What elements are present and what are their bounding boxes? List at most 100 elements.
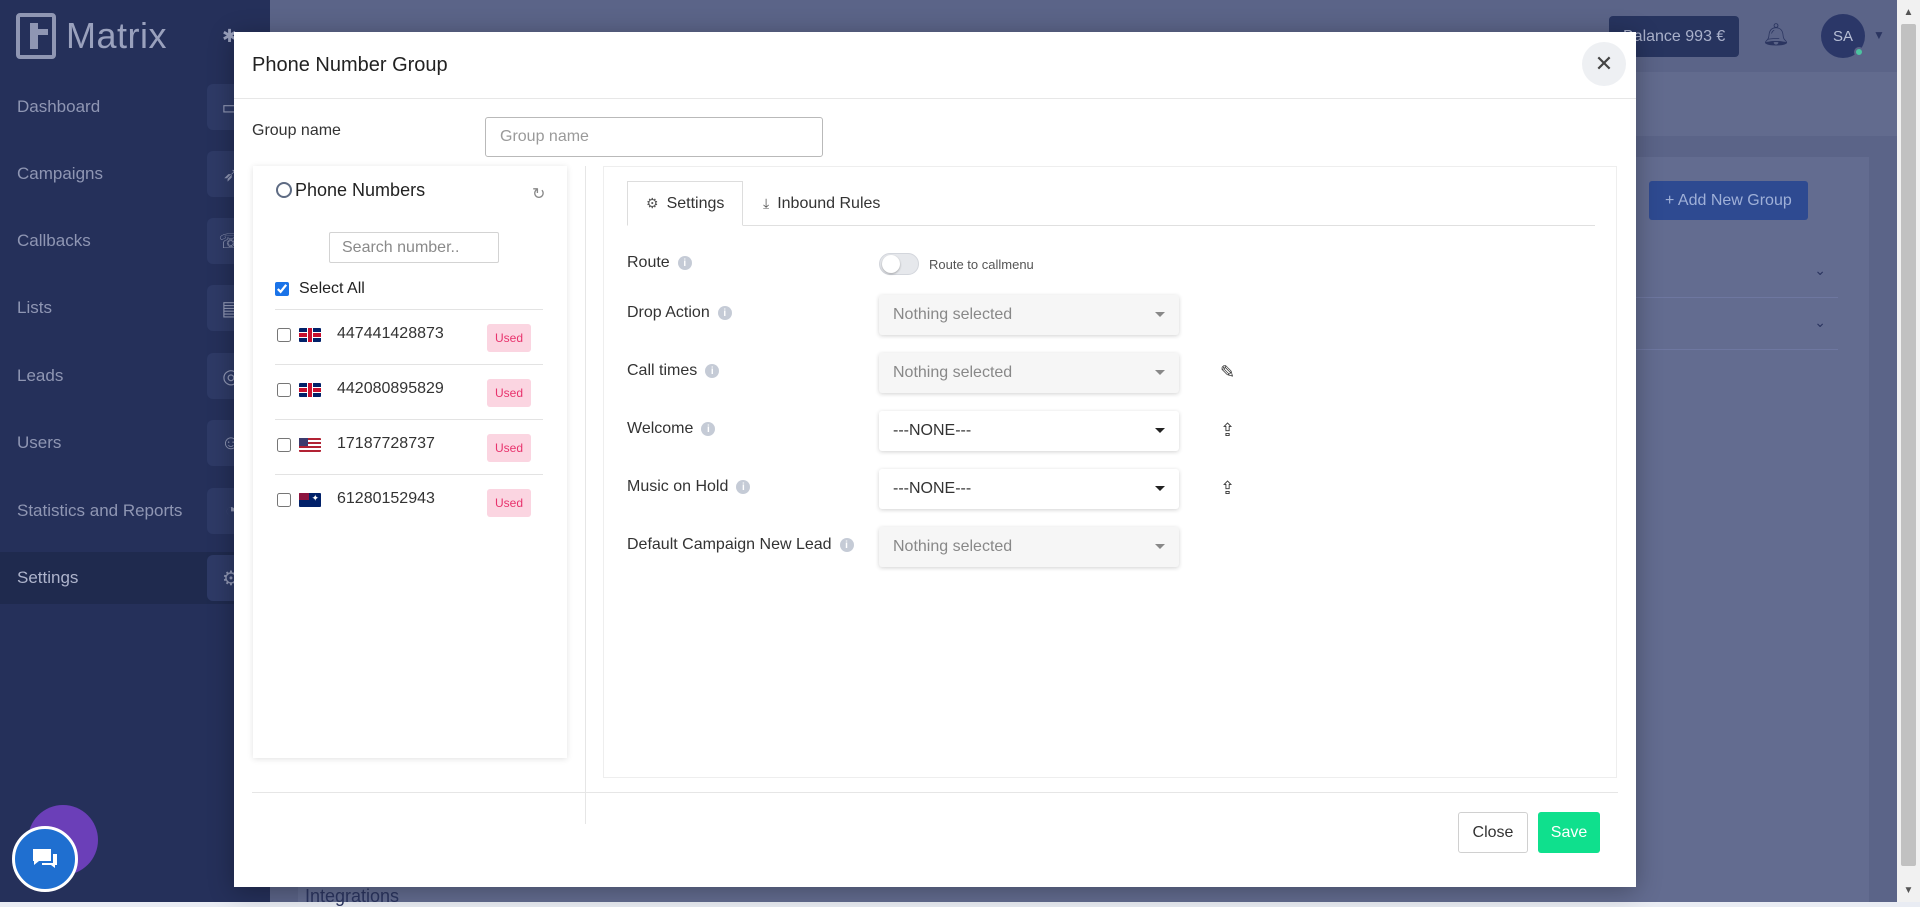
music-on-hold-label-text: Music on Hold xyxy=(627,478,729,495)
call-times-label-text: Call times xyxy=(627,362,698,379)
chevron-down-icon[interactable]: ▼ xyxy=(1873,28,1885,42)
page-scrollbar[interactable]: ▲ ▼ xyxy=(1897,0,1920,902)
status-badge: Used xyxy=(487,324,532,352)
info-icon[interactable]: i xyxy=(677,256,692,270)
route-label-text: Route xyxy=(627,254,670,271)
sidebar-item-statistics[interactable]: Statistics and Reports ◔ xyxy=(0,485,270,537)
list-item[interactable]: 61280152943 Used xyxy=(275,474,543,529)
group-name-label: Group name xyxy=(252,122,341,139)
sidebar-item-label: Dashboard xyxy=(17,97,101,116)
phone-numbers-title: Phone Numbers xyxy=(295,180,426,200)
scroll-up-icon[interactable]: ▲ xyxy=(1897,2,1920,22)
call-times-label: Call times i xyxy=(627,362,720,380)
number-checkbox[interactable] xyxy=(277,438,291,452)
refresh-icon[interactable]: ↻ xyxy=(532,184,545,204)
panel-divider xyxy=(585,166,586,824)
call-times-select[interactable]: Nothing selected xyxy=(879,353,1179,393)
info-icon[interactable]: i xyxy=(705,364,720,378)
sidebar-item-label: Settings xyxy=(17,568,79,587)
sidebar-item-users[interactable]: Users ☺ xyxy=(0,417,270,469)
sidebar-item-leads[interactable]: Leads ◎ xyxy=(0,350,270,402)
select-all-checkbox[interactable]: Select All xyxy=(275,280,365,298)
drop-action-select[interactable]: Nothing selected xyxy=(879,295,1179,335)
list-item[interactable]: 447441428873 Used xyxy=(275,309,543,364)
info-icon[interactable]: i xyxy=(839,538,854,552)
music-on-hold-value: ---NONE--- xyxy=(893,480,972,497)
info-icon[interactable]: i xyxy=(736,480,751,494)
number-checkbox[interactable] xyxy=(277,493,291,507)
welcome-label: Welcome i xyxy=(627,420,716,438)
welcome-value: ---NONE--- xyxy=(893,422,972,439)
route-toggle[interactable] xyxy=(879,253,919,275)
close-button[interactable]: Close xyxy=(1458,812,1528,853)
welcome-select[interactable]: ---NONE--- xyxy=(879,411,1179,451)
route-toggle-label: Route to callmenu xyxy=(929,257,1034,272)
upload-icon[interactable]: ⇪ xyxy=(1220,478,1235,499)
default-campaign-select[interactable]: Nothing selected xyxy=(879,527,1179,567)
default-campaign-row: Default Campaign New Lead i Nothing sele… xyxy=(627,527,1587,567)
drop-action-label: Drop Action i xyxy=(627,304,732,322)
number-checkbox[interactable] xyxy=(277,383,291,397)
upload-icon[interactable]: ⇪ xyxy=(1220,420,1235,441)
chevron-down-icon: ⌄ xyxy=(1814,314,1826,330)
tab-inbound-rules[interactable]: ⤓ Inbound Rules xyxy=(745,181,898,226)
sidebar-item-label: Users xyxy=(17,433,62,452)
modal-footer-divider xyxy=(252,792,1618,793)
sidebar-item-dashboard[interactable]: Dashboard ▭ xyxy=(0,81,270,133)
select-all-label: Select All xyxy=(299,280,365,297)
route-label: Route i xyxy=(627,254,692,272)
list-item[interactable]: 17187728737 Used xyxy=(275,419,543,474)
phone-number-group-modal: Phone Number Group ✕ Group name Phone Nu… xyxy=(234,32,1636,887)
info-icon[interactable]: i xyxy=(701,422,716,436)
close-icon[interactable]: ✕ xyxy=(1582,42,1626,86)
sidebar-item-settings[interactable]: Settings ⚙ xyxy=(0,552,270,604)
add-new-group-button[interactable]: + Add New Group xyxy=(1649,181,1808,220)
chevron-down-icon: ⌄ xyxy=(1814,262,1826,278)
logo-mark-icon xyxy=(16,13,56,59)
phone-numbers-panel: Phone Numbers ↻ Select All 447441428873 … xyxy=(253,166,567,758)
bell-icon[interactable]: 🔔︎ xyxy=(1762,22,1790,48)
save-button[interactable]: Save xyxy=(1538,812,1600,853)
sidebar-item-campaigns[interactable]: Campaigns ➶ xyxy=(0,148,270,200)
caret-down-icon xyxy=(1155,312,1165,317)
music-on-hold-select[interactable]: ---NONE--- xyxy=(879,469,1179,509)
number-checkbox[interactable] xyxy=(277,328,291,342)
scroll-down-icon[interactable]: ▼ xyxy=(1897,880,1920,900)
list-item[interactable]: 442080895829 Used xyxy=(275,364,543,419)
music-on-hold-label: Music on Hold i xyxy=(627,478,751,496)
inbound-icon: ⤓ xyxy=(763,195,770,211)
group-name-input[interactable] xyxy=(485,117,823,157)
au-flag-icon xyxy=(299,493,321,507)
edit-icon[interactable]: ✎ xyxy=(1220,362,1235,383)
info-icon[interactable]: i xyxy=(717,306,732,320)
select-all-box[interactable] xyxy=(275,282,289,296)
modal-title: Phone Number Group xyxy=(252,54,448,76)
route-row: Route i Route to callmenu xyxy=(627,245,1587,285)
toggle-knob xyxy=(882,255,900,273)
caret-down-icon xyxy=(1155,544,1165,549)
phone-number: 442080895829 xyxy=(337,380,444,397)
status-badge: Used xyxy=(487,379,532,407)
us-flag-icon xyxy=(299,438,321,452)
tab-label: Inbound Rules xyxy=(777,194,881,212)
call-times-value: Nothing selected xyxy=(893,364,1013,381)
phone-number: 447441428873 xyxy=(337,325,444,342)
sidebar-item-label: Campaigns xyxy=(17,164,103,183)
app-logo[interactable]: Matrix xyxy=(16,12,167,60)
call-times-row: Call times i Nothing selected ✎ xyxy=(627,353,1587,393)
sidebar-item-callbacks[interactable]: Callbacks ☏ xyxy=(0,215,270,267)
sidebar-item-label: Leads xyxy=(17,366,64,385)
phone-number: 17187728737 xyxy=(337,435,435,452)
sidebar-item-label: Lists xyxy=(17,298,52,317)
scrollbar-thumb[interactable] xyxy=(1901,24,1916,866)
status-badge: Used xyxy=(487,434,532,462)
default-campaign-label: Default Campaign New Lead i xyxy=(627,536,854,554)
tab-settings[interactable]: ⚙ Settings xyxy=(627,181,744,226)
default-campaign-value: Nothing selected xyxy=(893,538,1013,555)
settings-panel: ⚙ Settings ⤓ Inbound Rules Route i Route… xyxy=(603,166,1617,778)
caret-down-icon xyxy=(1155,486,1165,491)
search-number-input[interactable] xyxy=(329,232,499,263)
sidebar-item-lists[interactable]: Lists ▤ xyxy=(0,282,270,334)
chat-widget-button[interactable] xyxy=(12,826,78,892)
chat-icon xyxy=(33,849,57,868)
